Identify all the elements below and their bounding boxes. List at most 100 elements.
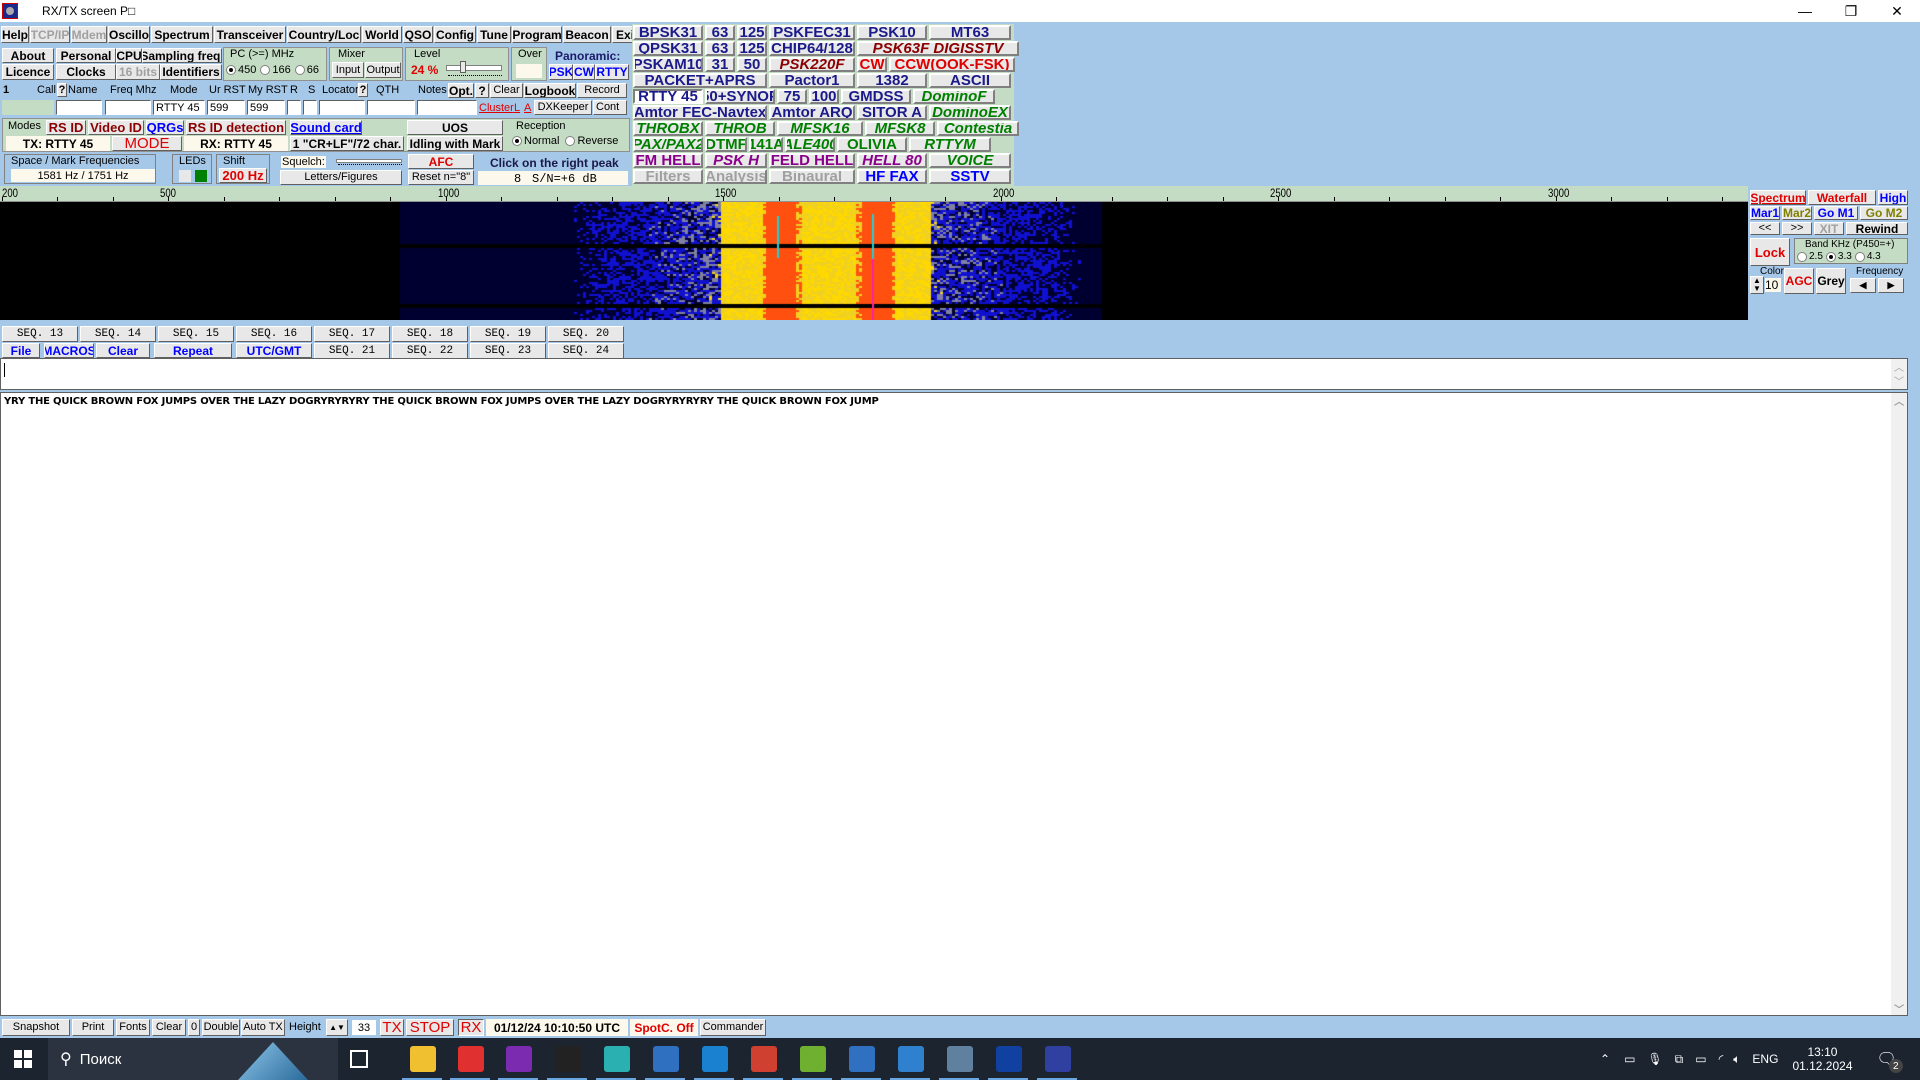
clock[interactable]: 13:10 01.12.2024 [1792,1045,1852,1073]
double-button[interactable]: Double [202,1019,240,1036]
close-button[interactable]: ✕ [1874,0,1920,22]
mode-ccw-ook-fsk--button[interactable]: CCW(OOK-FSK) [889,57,1015,72]
call-help-button[interactable]: ? [57,83,67,97]
mode-100-button[interactable]: 100 [809,89,839,104]
menu-transceiver[interactable]: Transceiver [214,26,286,43]
mode-bpsk31-button[interactable]: BPSK31 [633,25,703,40]
auto-tx-button[interactable]: Auto TX [241,1019,285,1036]
mode-sitor-a-button[interactable]: SITOR A [857,105,927,120]
battery-icon[interactable]: ▭ [1695,1052,1706,1066]
tx-button[interactable]: TX [380,1019,404,1036]
mode-1382-button[interactable]: 1382 [857,73,927,88]
mode-rttym-button[interactable]: RTTYM [909,137,991,152]
taskbar-app-onenote[interactable] [506,1046,532,1072]
radio-icon[interactable] [294,65,305,75]
stop-button[interactable]: STOP [406,1019,454,1036]
taskbar-app-qt-creator[interactable] [604,1046,630,1072]
waterfall-canvas[interactable] [0,202,1748,320]
videoid-button[interactable]: Video ID [88,120,144,135]
start-button[interactable] [14,1050,32,1068]
mode-chip64-128-button[interactable]: CHIP64/128 [769,41,855,56]
mode-feld-hell-button[interactable]: FELD HELL [769,153,855,168]
mode-amtor-arq-button[interactable]: Amtor ARQ [769,105,855,120]
xit-button[interactable]: XIT [1814,222,1844,235]
taskbar-app-meshtastic-2[interactable] [849,1046,875,1072]
volume-icon[interactable]: 🔈︎ [1733,1052,1740,1067]
freq-left-button[interactable]: ◀ [1850,278,1876,293]
mode-hell-80-button[interactable]: HELL 80 [857,153,927,168]
mode-packet-aprs-button[interactable]: PACKET+APRS [633,73,767,88]
maximize-button[interactable]: ❐ [1828,0,1874,22]
taskbar-app-yandex-browser[interactable] [458,1046,484,1072]
logbook-button[interactable]: Logbook [524,83,576,98]
language-indicator[interactable]: ENG [1752,1052,1778,1066]
clocks-button[interactable]: Clocks [56,64,116,80]
mode-63-button[interactable]: 63 [705,41,735,56]
personal-button[interactable]: Personal [56,48,116,63]
rewind-back-button[interactable]: << [1750,222,1780,235]
a-link[interactable]: A [524,102,531,114]
menu-tcp-ip[interactable]: TCP/IP [30,26,70,43]
about-button[interactable]: About [2,48,54,63]
macro-seq-17-button[interactable]: SEQ. 17 [314,326,390,342]
reset-button[interactable]: Reset n="8" [408,170,474,185]
waterfall-button[interactable]: Waterfall [1808,190,1876,205]
mode-cw-button[interactable]: CW [857,57,887,72]
scroll-up-icon[interactable]: ︿ [1891,393,1907,408]
go-m2-button[interactable]: Go M2 [1860,206,1908,220]
panoramic-psk-button[interactable]: PSK [549,64,573,80]
height-spinner[interactable]: ▲▼ [326,1019,348,1036]
macro-seq-15-button[interactable]: SEQ. 15 [158,326,234,342]
menu-country-loc[interactable]: Country/Loc [287,26,361,43]
sampling-freq-button[interactable]: Sampling freq. [142,48,222,63]
go-m1-button[interactable]: Go M1 [1814,206,1858,220]
mode-mfsk8-button[interactable]: MFSK8 [865,121,935,136]
panoramic-cw-button[interactable]: CW [573,64,595,80]
rewind-button[interactable]: Rewind [1846,222,1908,235]
menu-beacon[interactable]: Beacon [563,26,611,43]
frequency-ruler[interactable]: 200 500 1000 1500 2000 2500 3000 [0,186,1748,202]
qth-field[interactable] [367,100,415,115]
taskbar-app-multipsk[interactable] [1045,1046,1071,1072]
scroll-up-icon[interactable]: ︿ [1891,359,1907,374]
mode-psk63f-digisstv-button[interactable]: PSK63F DIGISSTV [857,41,1019,56]
menu-program[interactable]: Program [512,26,562,43]
mar2-button[interactable]: Mar2 [1782,206,1812,220]
mixer-input-button[interactable]: Input [332,62,364,78]
taskbar-app-sync[interactable] [898,1046,924,1072]
taskbar-app-file-explorer[interactable] [410,1046,436,1072]
task-view-icon[interactable] [350,1050,368,1068]
mode-pactor1-button[interactable]: Pactor1 [769,73,855,88]
mode-dominof-button[interactable]: DominoF [913,89,995,104]
band-option[interactable]: 3.3 [1825,251,1852,262]
forward-button[interactable]: >> [1782,222,1812,235]
mode-fm-hell-button[interactable]: FM HELL [633,153,703,168]
letters-figures-button[interactable]: Letters/Figures [280,170,402,185]
mixer-output-button[interactable]: Output [365,62,401,78]
reception-option[interactable]: Normal [512,135,559,147]
menu-help[interactable]: Help [1,26,29,43]
mode-psk220f-button[interactable]: PSK220F [769,57,855,72]
mode-ascii-button[interactable]: ASCII [929,73,1011,88]
taskbar-app-meshtastic[interactable] [653,1046,679,1072]
cluster-link[interactable]: Cluster [479,102,514,114]
mode-125-button[interactable]: 125 [737,41,767,56]
cpu-button[interactable]: CPU [116,48,142,63]
band-option[interactable]: 2.5 [1797,251,1823,262]
search-box[interactable]: ⚲ Поиск [48,1038,338,1080]
rx-button[interactable]: RX [458,1019,484,1036]
mode-pskam10-button[interactable]: PSKAM10 [633,57,703,72]
wifi-icon[interactable]: ◜ [1719,1052,1724,1066]
tray-expand-icon[interactable]: ⌃ [1600,1052,1610,1066]
camera-icon[interactable]: ▭ [1624,1052,1635,1066]
crlf-button[interactable]: 1 "CR+LF"/72 char. [290,136,404,151]
shift-button[interactable]: 200 Hz [219,168,267,183]
grey-button[interactable]: Grey [1816,268,1846,294]
afc-button[interactable]: AFC [408,154,474,169]
mode-gmdss-button[interactable]: GMDSS [841,89,911,104]
mode-qpsk31-button[interactable]: QPSK31 [633,41,703,56]
radio-icon[interactable] [260,65,271,75]
reception-option[interactable]: Reverse [565,135,618,147]
taskbar-app-notepad-[interactable] [800,1046,826,1072]
notifications-icon[interactable]: 🗨︎ 2 [1877,1049,1903,1073]
